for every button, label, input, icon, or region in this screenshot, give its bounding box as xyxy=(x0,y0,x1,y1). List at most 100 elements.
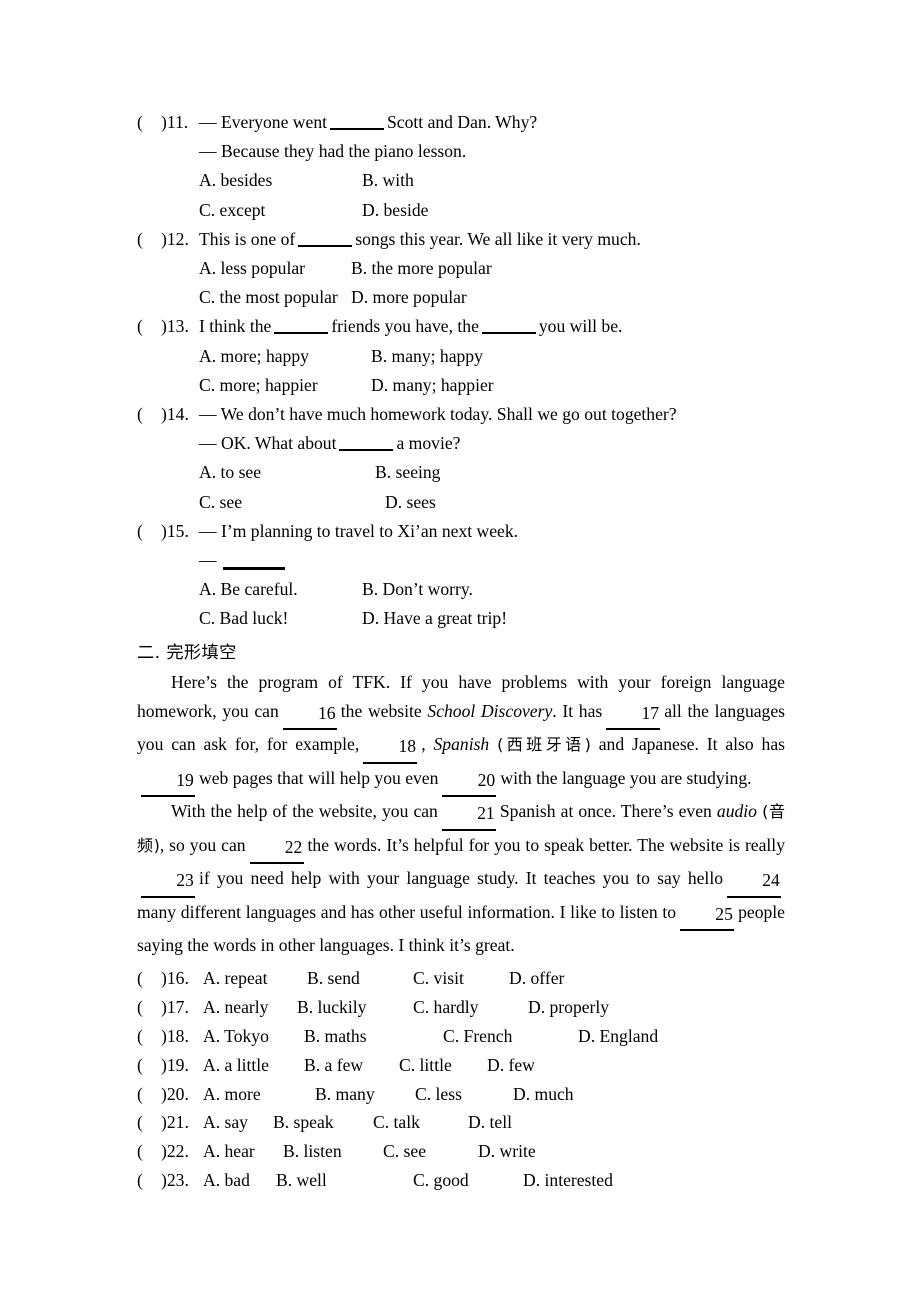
option-23-d[interactable]: D. interested xyxy=(523,1166,613,1195)
option-17-a[interactable]: A. nearly xyxy=(203,993,297,1022)
option-13-c[interactable]: C. more; happier xyxy=(199,371,371,400)
cloze-answer-row-18: ()18. A. Tokyo B. maths C. French D. England xyxy=(137,1022,785,1051)
cloze-blank-17[interactable]: 17 xyxy=(606,699,661,731)
answer-paren-17[interactable]: ( xyxy=(137,993,161,1022)
answer-paren-15[interactable]: ( xyxy=(137,517,161,546)
option-21-d[interactable]: D. tell xyxy=(468,1108,512,1137)
option-16-c[interactable]: C. visit xyxy=(413,964,509,993)
cloze-p2-text-3: , so you can xyxy=(159,834,246,855)
option-14-d[interactable]: D. sees xyxy=(385,488,436,517)
cloze-blank-16[interactable]: 16 xyxy=(282,699,337,731)
answer-paren-22[interactable]: ( xyxy=(137,1137,161,1166)
option-23-b[interactable]: B. well xyxy=(276,1166,413,1195)
option-22-d[interactable]: D. write xyxy=(478,1137,536,1166)
option-13-a[interactable]: A. more; happy xyxy=(199,342,371,371)
option-13-d[interactable]: D. many; happier xyxy=(371,371,494,400)
option-12-c[interactable]: C. the most popular xyxy=(199,283,351,312)
question-14-reply-after-blank: a movie? xyxy=(396,433,461,454)
option-18-c[interactable]: C. French xyxy=(443,1022,578,1051)
option-11-c[interactable]: C. except xyxy=(199,196,362,225)
answer-paren-14[interactable]: ( xyxy=(137,400,161,429)
answer-paren-12[interactable]: ( xyxy=(137,225,161,254)
cloze-p2-text-2: Spanish at once. There’s even xyxy=(499,801,712,822)
answer-paren-21[interactable]: ( xyxy=(137,1108,161,1137)
option-20-b[interactable]: B. many xyxy=(315,1080,415,1109)
option-19-c[interactable]: C. little xyxy=(399,1051,487,1080)
fill-blank-14[interactable] xyxy=(339,449,394,452)
option-11-a[interactable]: A. besides xyxy=(199,166,362,195)
option-18-a[interactable]: A. Tokyo xyxy=(203,1022,304,1051)
fill-blank-13-b[interactable] xyxy=(481,332,536,335)
option-22-c[interactable]: C. see xyxy=(383,1137,478,1166)
option-11-d[interactable]: D. beside xyxy=(362,196,428,225)
option-21-a[interactable]: A. say xyxy=(203,1108,273,1137)
option-16-a[interactable]: A. repeat xyxy=(203,964,307,993)
fill-blank-11[interactable] xyxy=(330,128,385,130)
option-20-a[interactable]: A. more xyxy=(203,1080,315,1109)
cloze-blank-20[interactable]: 20 xyxy=(442,766,497,798)
answer-paren-16[interactable]: ( xyxy=(137,964,161,993)
cloze-p1-text-5: , xyxy=(421,734,426,755)
option-23-c[interactable]: C. good xyxy=(413,1166,523,1195)
option-14-a[interactable]: A. to see xyxy=(199,458,375,487)
option-15-c[interactable]: C. Bad luck! xyxy=(199,604,362,633)
option-11-b[interactable]: B. with xyxy=(362,166,414,195)
option-21-c[interactable]: C. talk xyxy=(373,1108,468,1137)
option-17-b[interactable]: B. luckily xyxy=(297,993,413,1022)
option-17-c[interactable]: C. hardly xyxy=(413,993,528,1022)
option-20-c[interactable]: C. less xyxy=(415,1080,513,1109)
option-19-b[interactable]: B. a few xyxy=(304,1051,399,1080)
answer-paren-23[interactable]: ( xyxy=(137,1166,161,1195)
option-12-a[interactable]: A. less popular xyxy=(199,254,351,283)
fill-blank-12[interactable] xyxy=(298,244,353,247)
option-18-d[interactable]: D. England xyxy=(578,1022,658,1051)
option-18-b[interactable]: B. maths xyxy=(304,1022,443,1051)
cloze-blank-19[interactable]: 19 xyxy=(141,766,195,798)
cloze-answer-row-20: ()20. A. more B. many C. less D. much xyxy=(137,1080,785,1109)
question-number-12: )12. xyxy=(161,228,189,249)
cloze-blank-21[interactable]: 21 xyxy=(441,799,496,831)
question-block-12: ()12. This is one of songs this year. We a… xyxy=(137,225,785,313)
fill-blank-13-a[interactable] xyxy=(274,332,329,335)
option-13-b[interactable]: B. many; happy xyxy=(371,342,483,371)
option-15-b[interactable]: B. Don’t worry. xyxy=(362,575,473,604)
cloze-blank-18[interactable]: 18 xyxy=(363,732,418,764)
question-13-prompt: ()13. I think the friends you have, the you… xyxy=(137,312,785,341)
answer-paren-18[interactable]: ( xyxy=(137,1022,161,1051)
cloze-p2-text-5: if you need help with your language stud… xyxy=(199,868,723,889)
option-23-a[interactable]: A. bad xyxy=(203,1166,276,1195)
cloze-blank-24[interactable]: 24 xyxy=(727,866,781,898)
option-15-d[interactable]: D. Have a great trip! xyxy=(362,604,507,633)
option-16-d[interactable]: D. offer xyxy=(509,964,564,993)
option-16-b[interactable]: B. send xyxy=(307,964,413,993)
cloze-blank-22[interactable]: 22 xyxy=(249,833,304,865)
question-13-options-row2: C. more; happier D. many; happier xyxy=(137,371,785,400)
answer-paren-20[interactable]: ( xyxy=(137,1080,161,1109)
cloze-p2-text-6: many different languages and has other u… xyxy=(137,901,677,922)
question-15-reply: — xyxy=(137,546,785,575)
option-14-c[interactable]: C. see xyxy=(199,488,385,517)
question-number-20: )20. xyxy=(161,1083,189,1104)
option-21-b[interactable]: B. speak xyxy=(273,1108,373,1137)
answer-paren-11[interactable]: ( xyxy=(137,108,161,137)
option-14-b[interactable]: B. seeing xyxy=(375,458,440,487)
cloze-blank-23[interactable]: 23 xyxy=(141,866,195,898)
fill-blank-15[interactable] xyxy=(222,567,285,571)
question-14-options-row1: A. to see B. seeing xyxy=(137,458,785,487)
option-22-a[interactable]: A. hear xyxy=(203,1137,283,1166)
cloze-blank-25[interactable]: 25 xyxy=(680,900,735,931)
question-13-text-before-blank1: I think the xyxy=(199,316,272,337)
option-17-d[interactable]: D. properly xyxy=(528,993,609,1022)
option-19-a[interactable]: A. a little xyxy=(203,1051,304,1080)
answer-paren-19[interactable]: ( xyxy=(137,1051,161,1080)
option-22-b[interactable]: B. listen xyxy=(283,1137,383,1166)
option-15-a[interactable]: A. Be careful. xyxy=(199,575,362,604)
option-19-d[interactable]: D. few xyxy=(487,1051,535,1080)
cloze-p2-text-4: the words. It’s helpful for you to speak… xyxy=(307,834,785,855)
option-12-d[interactable]: D. more popular xyxy=(351,283,467,312)
question-12-options-row1: A. less popular B. the more popular xyxy=(137,254,785,283)
option-20-d[interactable]: D. much xyxy=(513,1080,574,1109)
option-12-b[interactable]: B. the more popular xyxy=(351,254,492,283)
question-number-21: )21. xyxy=(161,1112,189,1133)
answer-paren-13[interactable]: ( xyxy=(137,312,161,341)
